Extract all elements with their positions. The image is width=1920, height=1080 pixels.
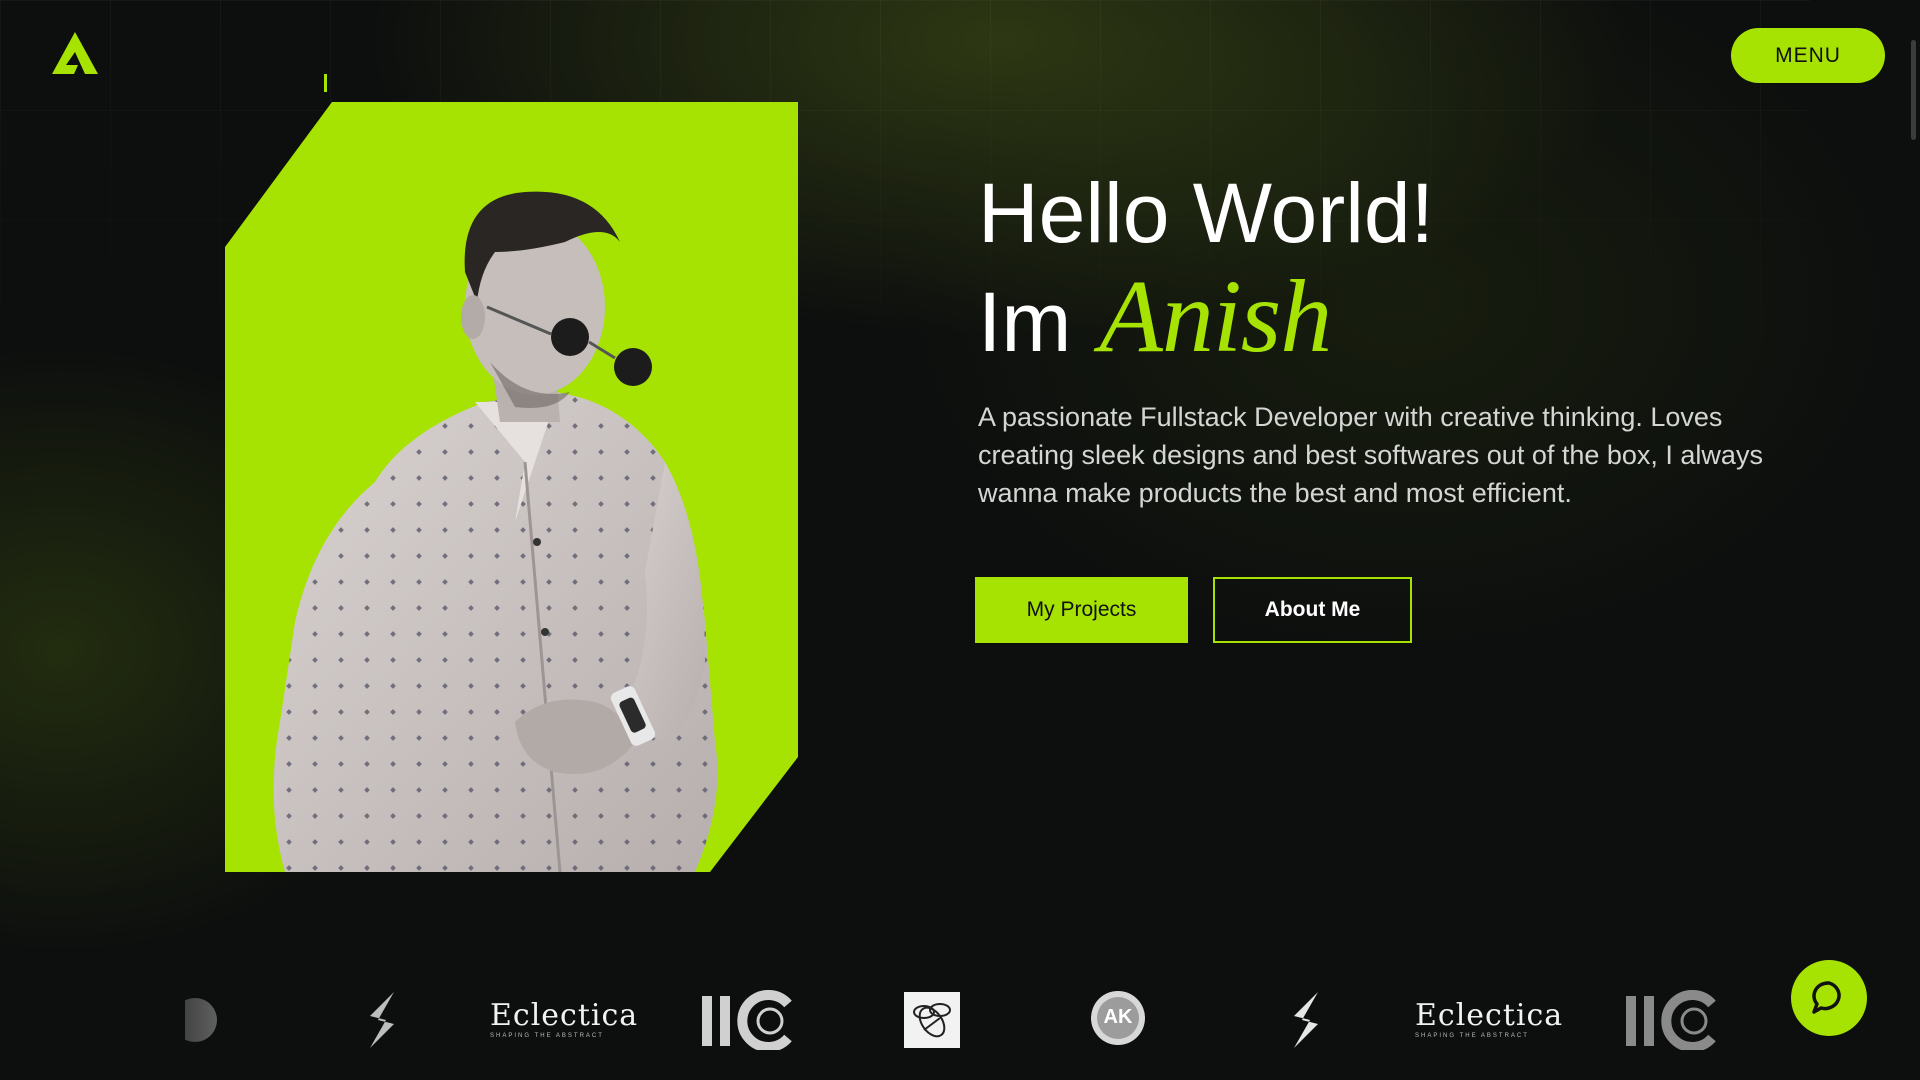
- logo-strip-fade-left: [0, 960, 230, 1080]
- my-projects-button-label: My Projects: [1026, 598, 1137, 621]
- client-logo-strip: Eclectica SHAPING THE ABSTRACT AK Eclect…: [0, 960, 1920, 1080]
- eclectica-logo: Eclectica SHAPING THE ABSTRACT: [1415, 990, 1565, 1050]
- eclectica-logo-text: Eclectica: [490, 998, 639, 1033]
- eclectica-logo-text: Eclectica: [1415, 998, 1564, 1033]
- iic-logo-icon: [1624, 990, 1718, 1052]
- hero-description: A passionate Fullstack Developer with cr…: [978, 402, 1763, 508]
- about-me-button[interactable]: About Me: [1213, 577, 1412, 643]
- chat-bubble-icon: [1812, 981, 1841, 1014]
- my-projects-button[interactable]: My Projects: [975, 577, 1188, 643]
- about-me-button-label: About Me: [1264, 598, 1361, 621]
- ak-logo-badge-text: AK: [1103, 1006, 1133, 1028]
- page-scrollbar[interactable]: [1911, 40, 1916, 140]
- iic-logo-icon: [700, 990, 794, 1052]
- s-logo-icon: [364, 990, 400, 1050]
- eclectica-logo-tagline: SHAPING THE ABSTRACT: [490, 1033, 604, 1039]
- menu-button[interactable]: MENU: [1731, 28, 1885, 83]
- site-logo[interactable]: [52, 32, 98, 74]
- hero-intro: Im Anish: [978, 259, 1332, 377]
- a-logo-icon: [52, 32, 98, 74]
- text-cursor-decoration: [324, 74, 327, 92]
- portrait-photo: [273, 191, 718, 872]
- portrait-card: [225, 102, 798, 872]
- hero-greeting: Hello World!: [978, 166, 1434, 260]
- eclectica-logo-tagline: SHAPING THE ABSTRACT: [1415, 1033, 1529, 1039]
- bee-logo-icon: [904, 992, 960, 1052]
- menu-button-label: MENU: [1775, 43, 1841, 67]
- ak-logo-badge: AK: [1090, 990, 1146, 1050]
- s-logo-icon: [1288, 990, 1324, 1050]
- hero-intro-prefix: Im: [978, 275, 1072, 369]
- chat-button[interactable]: [1791, 960, 1867, 1036]
- hero-name: Anish: [1099, 259, 1332, 374]
- eclectica-logo: Eclectica SHAPING THE ABSTRACT: [490, 990, 640, 1050]
